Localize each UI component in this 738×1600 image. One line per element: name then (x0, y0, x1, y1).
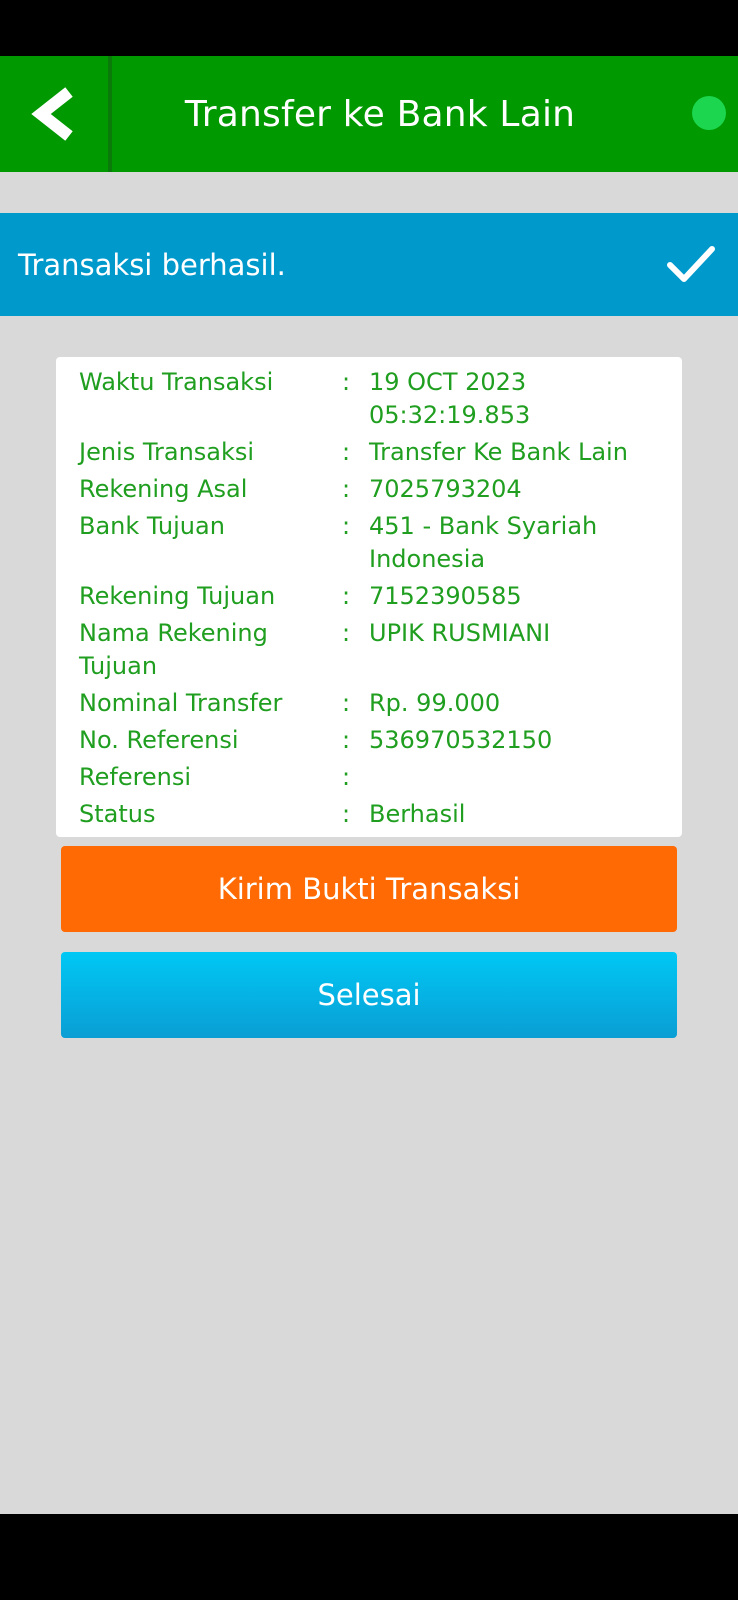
detail-colon: : (342, 475, 351, 503)
detail-value (369, 761, 669, 794)
detail-label: Rekening Asal (79, 475, 248, 503)
detail-row: Rekening Tujuan:7152390585 (56, 580, 682, 613)
page-title: Transfer ke Bank Lain (184, 93, 576, 135)
detail-value: Rp. 99.000 (369, 689, 501, 717)
detail-row: Status: Berhasil (56, 798, 682, 831)
chevron-left-icon (31, 87, 73, 141)
navigation-bar (0, 1514, 738, 1600)
send-receipt-button[interactable]: Kirim Bukti Transaksi (61, 846, 677, 932)
detail-row: Nama Rekening Tujuan: UPIK RUSMIANI (56, 617, 682, 683)
detail-label: Referensi (79, 763, 192, 791)
detail-label: Rekening Tujuan (79, 582, 276, 610)
status-bar (0, 0, 738, 56)
detail-value: UPIK RUSMIANI (369, 619, 551, 647)
detail-value: Transfer Ke Bank Lain (369, 438, 628, 466)
detail-value: 7152390585 (369, 582, 522, 610)
detail-value: 7025793204 (369, 475, 522, 503)
detail-colon: : (342, 689, 351, 717)
done-button[interactable]: Selesai (61, 952, 677, 1038)
detail-label: Nama Rekening Tujuan (79, 619, 268, 680)
detail-colon: : (342, 800, 351, 828)
detail-value: Berhasil (369, 800, 466, 828)
detail-colon: : (342, 619, 351, 647)
detail-row: Jenis Transaksi: Transfer Ke Bank Lain (56, 436, 682, 469)
detail-colon: : (342, 512, 351, 540)
app-bar: Transfer ke Bank Lain (0, 56, 738, 172)
detail-label: Status (79, 800, 156, 828)
detail-colon: : (342, 582, 351, 610)
detail-row: Nominal Transfer: Rp. 99.000 (56, 687, 682, 720)
detail-value: 536970532150 (369, 726, 553, 754)
detail-row: Waktu Transaksi:19 OCT 2023 05:32:19.853 (56, 366, 682, 432)
detail-value: 451 - Bank Syariah Indonesia (369, 512, 598, 573)
back-button[interactable] (0, 56, 108, 172)
detail-row: Bank Tujuan:451 - Bank Syariah Indonesia (56, 510, 682, 576)
transaction-details-card: Waktu Transaksi:19 OCT 2023 05:32:19.853… (56, 357, 682, 837)
detail-value: 19 OCT 2023 05:32:19.853 (369, 368, 531, 429)
detail-row: No. Referensi:536970532150 (56, 724, 682, 757)
detail-row: Rekening Asal:7025793204 (56, 473, 682, 506)
success-message: Transaksi berhasil. (18, 247, 286, 282)
success-banner: Transaksi berhasil. (0, 213, 738, 316)
detail-colon: : (342, 368, 351, 396)
detail-label: Bank Tujuan (79, 512, 225, 540)
detail-colon: : (342, 438, 351, 466)
detail-label: Jenis Transaksi (79, 438, 255, 466)
detail-label: Nominal Transfer (79, 689, 283, 717)
status-dot-icon (692, 96, 726, 130)
detail-label: No. Referensi (79, 726, 239, 754)
detail-label: Waktu Transaksi (79, 368, 274, 396)
detail-colon: : (342, 763, 351, 791)
detail-colon: : (342, 726, 351, 754)
detail-row: Referensi: (56, 761, 682, 794)
check-icon (667, 246, 715, 282)
